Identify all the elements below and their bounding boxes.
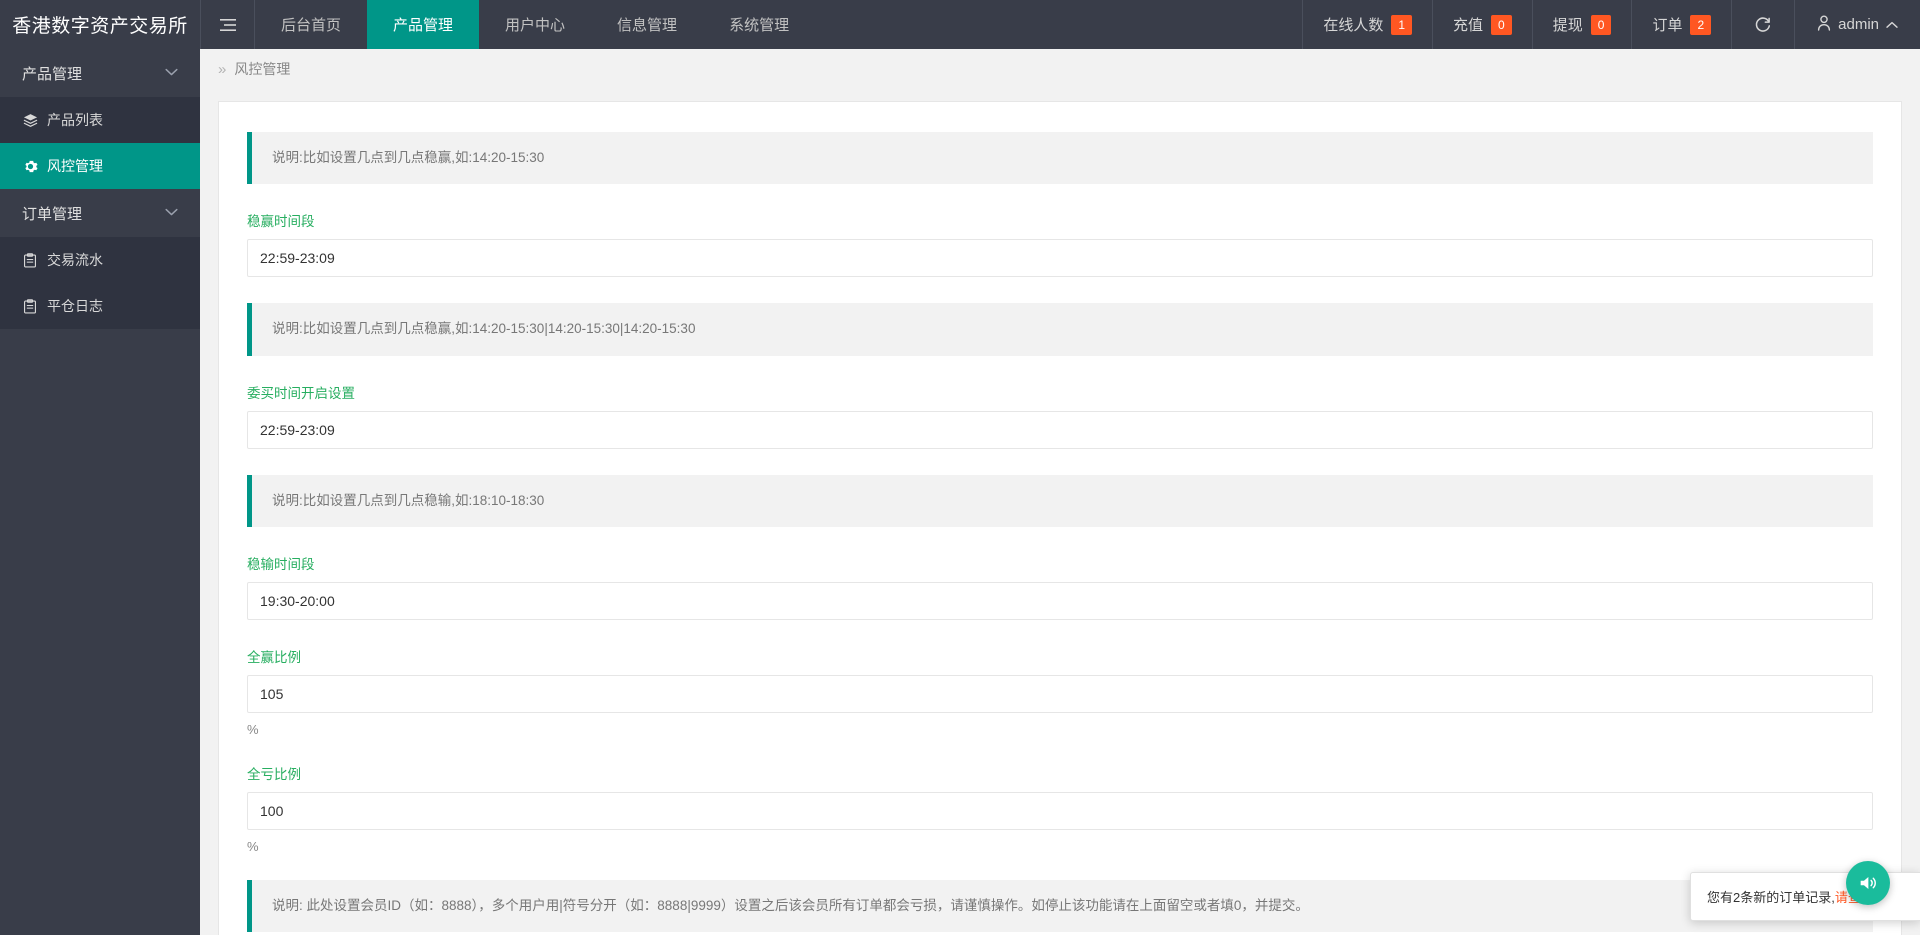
field-lose-period: 稳输时间段 [247, 553, 1873, 620]
sidebar-item-transaction-flow[interactable]: 交易流水 [0, 237, 200, 283]
top-header: 香港数字资产交易所 后台首页 产品管理 用户中心 信息管理 系统管理 在线人数 … [0, 0, 1920, 49]
field-win-period: 稳赢时间段 [247, 210, 1873, 278]
stat-orders-label: 订单 [1652, 17, 1683, 34]
risk-control-card: 说明:比如设置几点到几点稳赢,如:14:20-15:30 稳赢时间段 说明:比如… [218, 101, 1902, 935]
field-all-win-ratio: 全赢比例 % [247, 646, 1873, 737]
stat-withdraw-badge: 0 [1590, 14, 1612, 35]
sidebar-item-risk-control-label: 风控管理 [47, 158, 103, 174]
alert-designated-customer-loss: 说明: 此处设置会员ID（如：8888），多个用户用|符号分开（如：8888|9… [247, 879, 1873, 932]
nav-tab-system[interactable]: 系统管理 [703, 0, 815, 49]
sidebar: 产品管理 产品列表 风控管理 订单管理 交易流水 平仓日志 [0, 49, 200, 935]
field-buy-time-setting: 委买时间开启设置 [247, 382, 1873, 449]
stat-withdraw[interactable]: 提现 0 [1531, 0, 1632, 49]
stat-online-users[interactable]: 在线人数 1 [1302, 0, 1432, 49]
main-nav: 后台首页 产品管理 用户中心 信息管理 系统管理 [255, 0, 815, 49]
layers-icon [22, 113, 38, 128]
brand-title: 香港数字资产交易所 [0, 0, 200, 49]
clipboard-icon [22, 298, 38, 314]
alert-buy-time-setting: 说明:比如设置几点到几点稳赢,如:14:20-15:30|14:20-15:30… [247, 303, 1873, 356]
breadcrumb-separator-icon: » [218, 60, 227, 78]
unit-all-loss-ratio: % [247, 838, 259, 854]
input-win-period[interactable] [247, 239, 1873, 278]
sidebar-group-order[interactable]: 订单管理 [0, 189, 200, 237]
nav-tab-info[interactable]: 信息管理 [591, 0, 703, 49]
input-lose-period[interactable] [247, 581, 1873, 620]
stat-online-users-label: 在线人数 [1323, 17, 1384, 34]
sidebar-item-close-position-log-label: 平仓日志 [47, 298, 103, 314]
user-icon [1817, 15, 1831, 35]
sidebar-item-risk-control[interactable]: 风控管理 [0, 143, 200, 189]
label-lose-period: 稳输时间段 [247, 556, 315, 572]
stat-withdraw-label: 提现 [1552, 17, 1583, 34]
stat-orders[interactable]: 订单 2 [1631, 0, 1731, 49]
label-win-period: 稳赢时间段 [247, 214, 315, 230]
label-all-loss-ratio: 全亏比例 [247, 766, 301, 782]
toast-message: 您有2条新的订单记录, [1707, 890, 1835, 905]
nav-tab-product[interactable]: 产品管理 [367, 0, 480, 49]
field-all-loss-ratio: 全亏比例 % [247, 763, 1873, 854]
risk-control-form: 说明:比如设置几点到几点稳赢,如:14:20-15:30 稳赢时间段 说明:比如… [247, 132, 1873, 935]
input-all-win-ratio[interactable] [247, 674, 1873, 713]
nav-tab-user[interactable]: 用户中心 [479, 0, 591, 49]
hamburger-icon[interactable] [200, 0, 255, 49]
input-buy-time-setting[interactable] [247, 410, 1873, 449]
sidebar-item-product-list[interactable]: 产品列表 [0, 97, 200, 143]
user-menu[interactable]: admin [1794, 0, 1920, 49]
sidebar-item-transaction-flow-label: 交易流水 [47, 252, 103, 268]
stat-deposit[interactable]: 充值 0 [1432, 0, 1532, 49]
user-name: admin [1838, 16, 1879, 33]
sidebar-item-close-position-log[interactable]: 平仓日志 [0, 283, 200, 329]
label-buy-time-setting: 委买时间开启设置 [247, 385, 355, 401]
breadcrumb: » 风控管理 [200, 49, 1920, 89]
stat-deposit-badge: 0 [1491, 14, 1512, 35]
sound-icon[interactable] [1846, 861, 1890, 905]
sidebar-group-product-label: 产品管理 [22, 65, 83, 83]
sidebar-group-order-label: 订单管理 [22, 205, 83, 223]
label-all-win-ratio: 全赢比例 [247, 649, 301, 665]
input-all-loss-ratio[interactable] [247, 791, 1873, 830]
chevron-down-icon [165, 206, 178, 220]
sidebar-group-product[interactable]: 产品管理 [0, 49, 200, 97]
nav-tab-home[interactable]: 后台首页 [255, 0, 367, 49]
alert-win-period: 说明:比如设置几点到几点稳赢,如:14:20-15:30 [247, 132, 1873, 185]
stat-online-users-badge: 1 [1391, 14, 1413, 35]
stat-deposit-label: 充值 [1453, 17, 1484, 34]
stat-orders-badge: 2 [1690, 14, 1712, 35]
header-right-group: 在线人数 1 充值 0 提现 0 订单 2 admin [1302, 0, 1920, 49]
unit-all-win-ratio: % [247, 721, 259, 737]
chevron-down-icon [165, 66, 178, 80]
gear-icon [22, 159, 38, 174]
header-spacer [815, 0, 1302, 49]
alert-lose-period: 说明:比如设置几点到几点稳输,如:18:10-18:30 [247, 474, 1873, 527]
chevron-up-icon [1886, 16, 1898, 33]
refresh-icon[interactable] [1731, 0, 1794, 49]
main-content: » 风控管理 说明:比如设置几点到几点稳赢,如:14:20-15:30 稳赢时间… [200, 49, 1920, 935]
clipboard-icon [22, 252, 38, 268]
breadcrumb-current: 风控管理 [234, 61, 291, 77]
sidebar-item-product-list-label: 产品列表 [47, 112, 103, 128]
